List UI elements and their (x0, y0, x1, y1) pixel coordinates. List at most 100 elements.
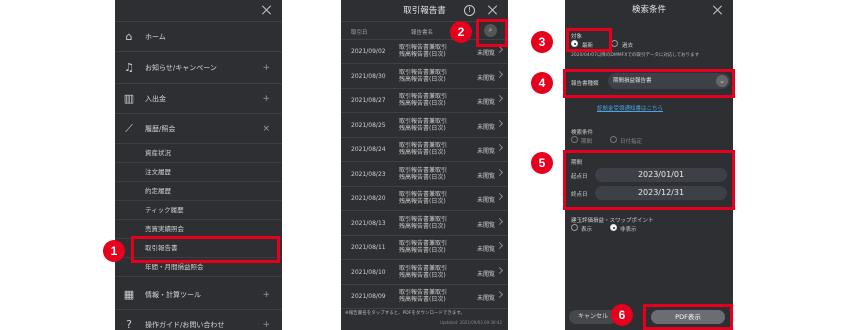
close-icon[interactable] (713, 5, 723, 15)
radio-cond-period[interactable] (571, 136, 578, 143)
bell-icon: ♫ (124, 60, 134, 74)
row-status: 未閲覧 (477, 295, 496, 302)
row-report-name[interactable]: 取引報告書兼取引残高報告書(日次) (399, 265, 449, 279)
question-icon: ? (126, 317, 132, 330)
row-report-name[interactable]: 取引報告書兼取引残高報告書(日次) (399, 93, 449, 107)
menu-item-news[interactable]: ♫ お知らせ/キャンペーン + (115, 52, 282, 84)
row-report-name[interactable]: 取引報告書兼取引残高報告書(日次) (399, 216, 449, 230)
row-report-name[interactable]: 取引報告書兼取引残高報告書(日次) (399, 69, 449, 83)
sub-item-orders[interactable]: 注文履歴 (115, 163, 282, 182)
bank-icon: ▥ (123, 91, 135, 105)
row-report-name[interactable]: 取引報告書兼取引残高報告書(日次) (399, 289, 449, 303)
row-date: 2021/08/23 (351, 170, 386, 178)
row-status: 未閲覧 (477, 270, 496, 278)
footer-note: ※報告書名をタップすると、PDFをダウンロードできます。 (345, 311, 465, 316)
menu-item-history[interactable]: ⟋ 履歴/照会 × (115, 114, 282, 144)
table-row[interactable]: 2021/08/09 取引報告書兼取引残高報告書(日次) 未閲覧 (341, 285, 508, 309)
chevron-right-icon (495, 241, 504, 250)
table-row[interactable]: 2021/08/20 取引報告書兼取引残高報告書(日次) 未閲覧 (341, 187, 508, 211)
swap-hide: 非表示 (620, 227, 637, 233)
table-row[interactable]: 2021/08/13 取引報告書兼取引残高報告書(日次) 未閲覧 (341, 212, 508, 236)
chevron-right-icon (495, 70, 504, 78)
radio-swap-hide[interactable] (610, 224, 617, 231)
chevron-right-icon (495, 45, 504, 54)
row-date: 2021/08/13 (351, 219, 386, 227)
chevron-right-icon (495, 266, 504, 274)
chevron-right-icon (495, 94, 504, 103)
sub-item-ticks[interactable]: ティック履歴 (115, 201, 282, 220)
swap-label: 建玉評価損益・スワップポイント (571, 218, 654, 224)
table-row[interactable]: 2021/08/11 取引報告書兼取引残高報告書(日次) 未閲覧 (341, 236, 508, 260)
menu-item-deposit[interactable]: ▥ 入出金 + (115, 84, 282, 114)
page-title: 取引報告書 (403, 6, 446, 16)
step-badge-3: 3 (531, 31, 553, 53)
row-date: 2021/08/09 (351, 293, 386, 300)
menu-item-home[interactable]: ⌂ ホーム (115, 22, 282, 52)
table-row[interactable]: 2021/08/10 取引報告書兼取引残高報告書(日次) 未閲覧 (341, 261, 508, 285)
row-status: 未閲覧 (477, 197, 496, 204)
highlight-reports (131, 236, 280, 263)
row-status: 未閲覧 (477, 74, 496, 82)
sub-item-executions[interactable]: 約定履歴 (115, 182, 282, 201)
sub-item-assets[interactable]: 資産状況 (115, 144, 282, 163)
radio-past[interactable] (611, 40, 618, 47)
row-report-name[interactable]: 取引報告書兼取引残高報告書(日次) (399, 44, 449, 58)
chevron-right-icon (495, 192, 504, 201)
menu-item-tools[interactable]: ▦ 情報・計算ツール + (115, 280, 282, 310)
menu-screen: ⌂ ホーム ♫ お知らせ/キャンペーン + ▥ 入出金 + ⟋ 履歴/照会 × 資産状況 注文… (115, 0, 282, 330)
table-row[interactable]: 2021/08/24 取引報告書兼取引残高報告書(日次) 未閲覧 (341, 138, 508, 162)
row-status: 未閲覧 (477, 221, 496, 229)
chevron-right-icon (495, 290, 504, 299)
row-status: 未閲覧 (477, 50, 496, 57)
chevron-right-icon (495, 119, 504, 127)
row-date: 2021/09/02 (351, 48, 386, 55)
row-date: 2021/08/25 (351, 121, 386, 129)
note: 2020/04/07以降のDMMFXでの取引データに対応しております (571, 53, 700, 58)
info-icon[interactable]: ! (464, 5, 475, 16)
row-status: 未閲覧 (477, 246, 496, 253)
menu-item-guide[interactable]: ? 操作ガイド/お問い合わせ + (115, 310, 282, 330)
row-report-name[interactable]: 取引報告書兼取引残高報告書(日次) (399, 118, 449, 132)
receipt-link[interactable]: 証拠金受領通知書はこちら (597, 104, 663, 112)
highlight-period (563, 150, 735, 210)
step-badge-4: 4 (531, 72, 553, 94)
page-title: 検索条件 (631, 5, 666, 15)
row-date: 2021/08/20 (351, 195, 386, 202)
chart-icon: ⟋ (125, 121, 133, 135)
highlight-search (476, 19, 508, 47)
cond-opt2: 日付指定 (620, 139, 643, 145)
table-row[interactable]: 2021/08/23 取引報告書兼取引残高報告書(日次) 未閲覧 (341, 163, 508, 187)
row-report-name[interactable]: 取引報告書兼取引残高報告書(日次) (399, 240, 449, 254)
report-screen: 取引報告書 ! 取引日 報告書名 ⌕ 2021/09/02 取引報告書兼取引残高報… (341, 0, 508, 330)
radio-swap-show[interactable] (571, 224, 578, 231)
row-date: 2021/08/11 (351, 244, 386, 251)
close-icon[interactable] (488, 5, 498, 15)
row-status: 未閲覧 (477, 123, 496, 131)
search-header: 検索条件 (565, 0, 733, 22)
radio-cond-date[interactable] (610, 136, 617, 143)
table-row[interactable]: 2021/08/27 取引報告書兼取引残高報告書(日次) 未閲覧 (341, 89, 508, 113)
row-date: 2021/08/24 (351, 146, 386, 153)
row-report-name[interactable]: 取引報告書兼取引残高報告書(日次) (399, 167, 449, 181)
close-icon[interactable] (262, 5, 272, 15)
cond-opt1: 期間 (581, 139, 593, 145)
row-report-name[interactable]: 取引報告書兼取引残高報告書(日次) (399, 191, 449, 205)
swap-show: 表示 (581, 227, 593, 233)
chevron-right-icon (495, 217, 504, 225)
highlight-pdf (643, 304, 733, 330)
opt-past: 過去 (622, 43, 634, 49)
cond-label: 検索条件 (571, 130, 594, 136)
row-date: 2021/08/30 (351, 72, 386, 80)
step-badge-2: 2 (450, 21, 472, 43)
calculator-icon: ▦ (123, 287, 135, 301)
row-status: 未閲覧 (477, 148, 496, 155)
chevron-right-icon (495, 143, 504, 152)
highlight-type (563, 69, 735, 98)
step-badge-1: 1 (103, 240, 125, 262)
row-status: 未閲覧 (477, 172, 496, 180)
cancel-button[interactable]: キャンセル (569, 310, 617, 324)
table-row[interactable]: 2021/08/30 取引報告書兼取引残高報告書(日次) 未閲覧 (341, 65, 508, 89)
table-row[interactable]: 2021/08/25 取引報告書兼取引残高報告書(日次) 未閲覧 (341, 114, 508, 138)
row-report-name[interactable]: 取引報告書兼取引残高報告書(日次) (399, 142, 449, 156)
row-status: 未閲覧 (477, 99, 496, 106)
